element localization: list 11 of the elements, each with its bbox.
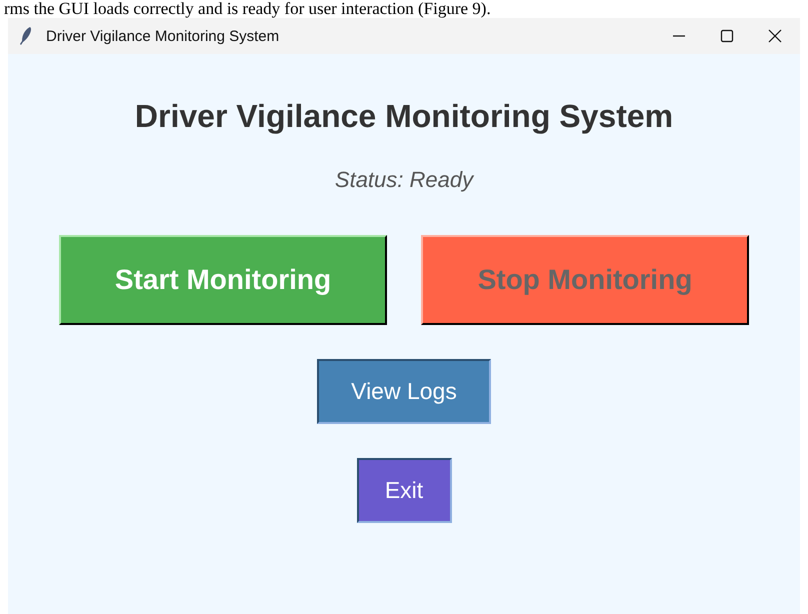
document-text: rms the GUI loads correctly and is ready for user interaction (Figure 9). [3, 0, 492, 18]
close-icon [767, 28, 783, 44]
exit-button[interactable]: Exit [356, 458, 452, 523]
minimize-icon [671, 35, 687, 37]
view-logs-button[interactable]: View Logs [317, 359, 491, 424]
app-heading: Driver Vigilance Monitoring System [134, 98, 674, 135]
status-text: Status: Ready [334, 167, 474, 193]
window-title: Driver Vigilance Monitoring System [46, 28, 280, 44]
maximize-icon [719, 28, 735, 44]
feather-icon [18, 26, 34, 46]
start-button[interactable]: Start Monitoring [59, 235, 387, 325]
